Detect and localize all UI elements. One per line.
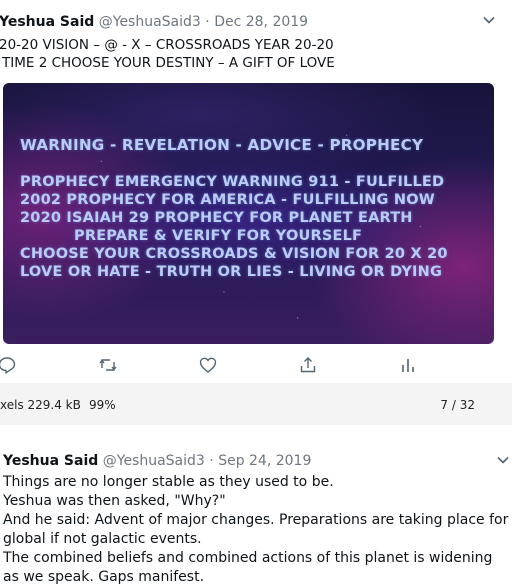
separator-dot: ·	[209, 453, 214, 469]
tweet-text-line: TIME 2 CHOOSE YOUR DESTINY – A GIFT OF L…	[2, 55, 335, 71]
reply-icon[interactable]	[0, 355, 17, 375]
tweet-text-line: And he said: Advent of major changes. Pr…	[3, 512, 509, 528]
poster-line: 2020 ISAIAH 29 PROPHECY FOR PLANET EARTH	[20, 210, 413, 226]
tweet-card: Yeshua Said @YeshuaSaid3 · Sep 24, 2019 …	[0, 425, 512, 588]
poster-line: CHOOSE YOUR CROSSROADS & VISION FOR 20 X…	[20, 246, 448, 262]
tweet-body: Things are no longer stable as they used…	[3, 473, 509, 587]
chevron-down-icon[interactable]	[496, 453, 510, 467]
tweet-header: Yeshua Said @YeshuaSaid3 · Dec 28, 2019	[0, 14, 308, 30]
analytics-icon[interactable]	[398, 355, 418, 375]
author-name[interactable]: Yeshua Said	[0, 14, 94, 30]
tweet-text-line: The combined beliefs and combined action…	[3, 550, 493, 566]
page-counter: 7 / 32	[440, 398, 475, 412]
tweet-header: Yeshua Said @YeshuaSaid3 · Sep 24, 2019	[3, 453, 311, 469]
tweet-image[interactable]: WARNING - REVELATION - ADVICE - PROPHECY…	[3, 83, 494, 344]
tweet-date[interactable]: Dec 28, 2019	[214, 14, 308, 30]
zoom-level[interactable]: 99%	[89, 398, 116, 412]
poster-line: PROPHECY EMERGENCY WARNING 911 - FULFILL…	[20, 174, 445, 190]
tweet-text-line: 20-20 VISION – @ - X – CROSSROADS YEAR 2…	[0, 37, 334, 53]
author-handle[interactable]: @YeshuaSaid3	[99, 14, 201, 30]
image-size-info: xels 229.4 kB	[0, 398, 81, 412]
viewer-status-bar: xels 229.4 kB 99% 7 / 32	[0, 392, 512, 418]
share-icon[interactable]	[298, 355, 318, 375]
tweet-text-line: as we speak. Gaps manifest.	[3, 569, 205, 585]
poster-line: PREPARE & VERIFY FOR YOURSELF	[74, 228, 363, 244]
tweet-text-line: global if not galactic events.	[3, 531, 202, 547]
chevron-down-icon[interactable]	[482, 13, 496, 27]
image-viewer: Yeshua Said @YeshuaSaid3 · Dec 28, 2019 …	[0, 0, 512, 425]
poster-line: LOVE OR HATE - TRUTH OR LIES - LIVING OR…	[20, 264, 443, 280]
author-name[interactable]: Yeshua Said	[3, 453, 98, 469]
poster-heading: WARNING - REVELATION - ADVICE - PROPHECY	[20, 136, 424, 154]
poster-text: WARNING - REVELATION - ADVICE - PROPHECY…	[3, 83, 494, 344]
retweet-icon[interactable]	[98, 355, 118, 375]
tweet-date[interactable]: Sep 24, 2019	[218, 453, 311, 469]
tweet-actions	[0, 350, 511, 380]
tweet-text-line: Things are no longer stable as they used…	[3, 474, 334, 490]
author-handle[interactable]: @YeshuaSaid3	[103, 453, 205, 469]
poster-line: 2002 PROPHECY FOR AMERICA - FULFILLING N…	[20, 192, 435, 208]
tweet-text-line: Yeshua was then asked, "Why?"	[3, 493, 226, 509]
tweet-card: Yeshua Said @YeshuaSaid3 · Dec 28, 2019 …	[0, 0, 512, 383]
separator-dot: ·	[205, 14, 210, 30]
like-icon[interactable]	[198, 355, 218, 375]
